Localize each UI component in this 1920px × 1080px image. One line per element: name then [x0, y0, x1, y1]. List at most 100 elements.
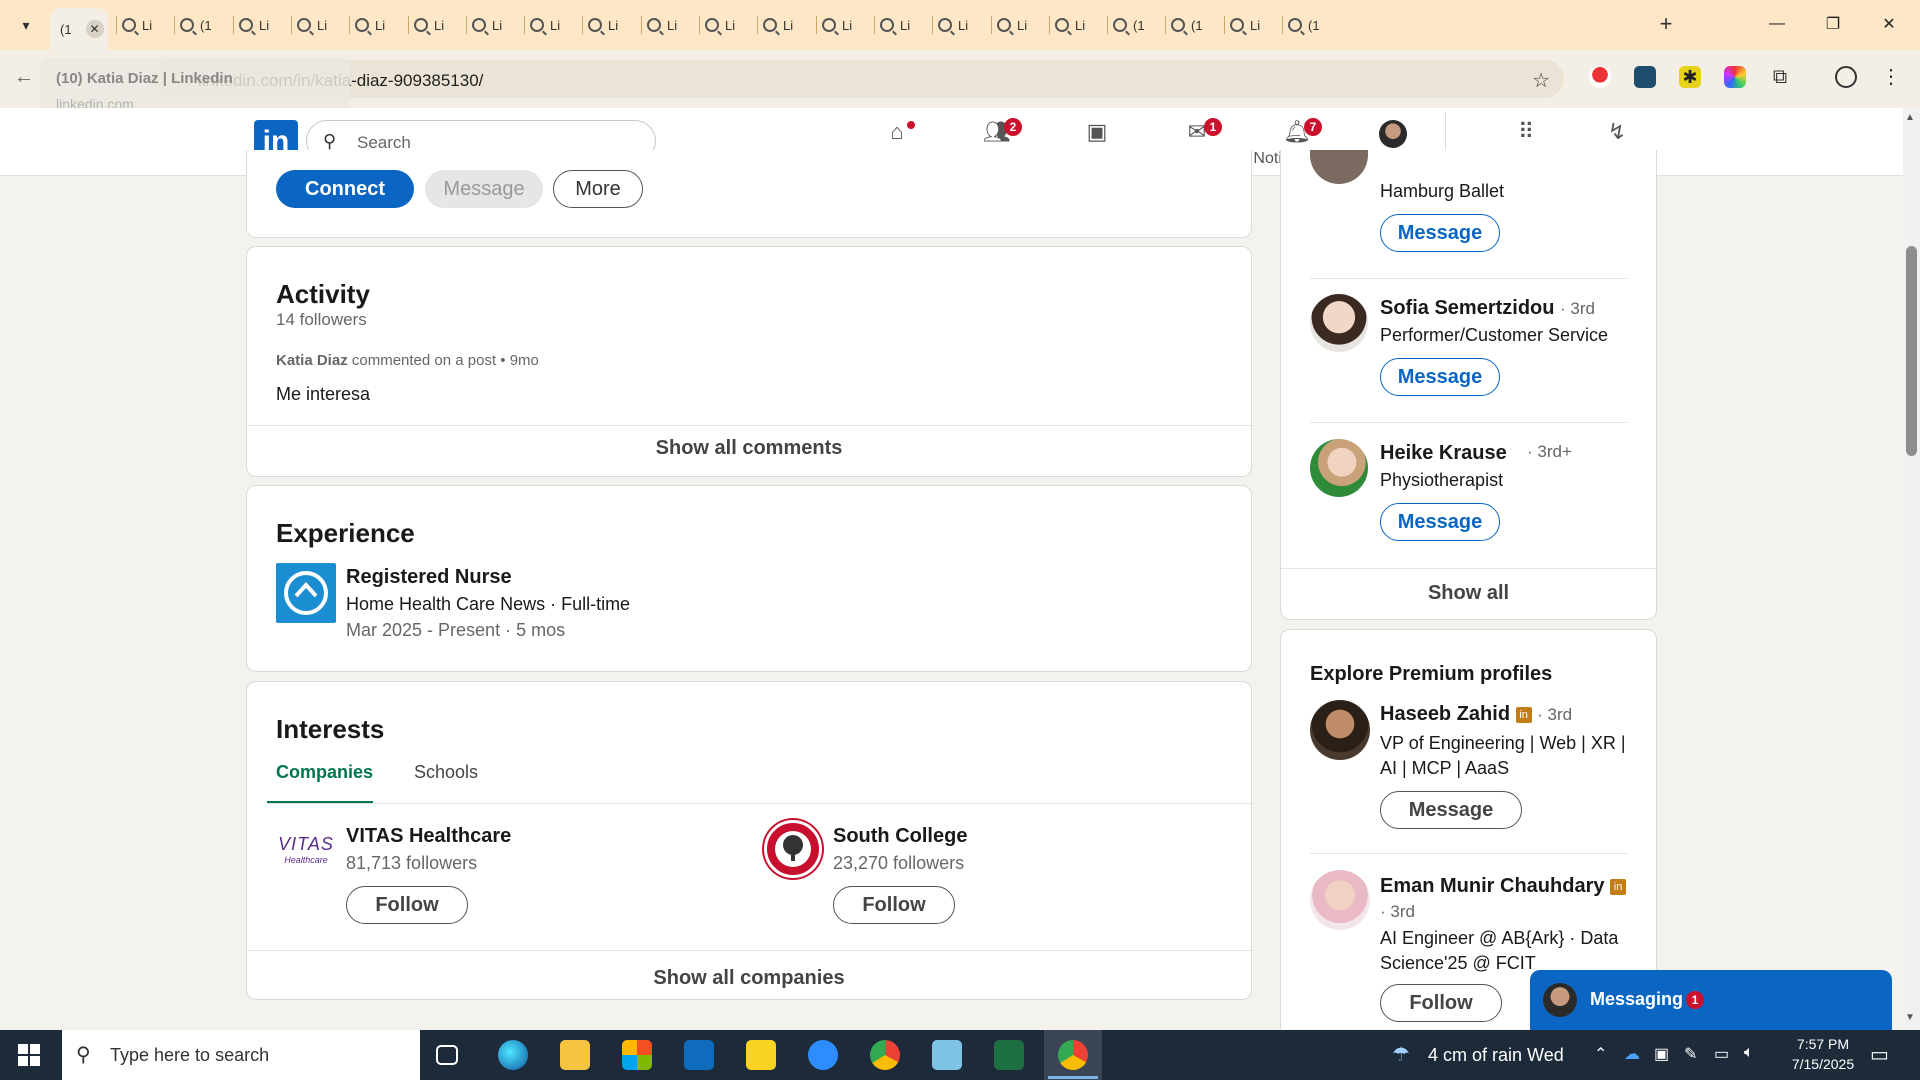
bookmark-star-icon[interactable]: ☆: [1532, 68, 1550, 93]
follow-south-college-button[interactable]: Follow: [833, 886, 955, 924]
onedrive-icon[interactable]: ☁: [1624, 1044, 1640, 1064]
person-name[interactable]: Eman Munir Chauhdary in · 3rd: [1380, 873, 1640, 925]
chrome-active-icon[interactable]: [1058, 1040, 1088, 1070]
activity-comment[interactable]: Me interesa: [276, 384, 370, 405]
interest-name-vitas[interactable]: VITAS Healthcare: [346, 825, 511, 848]
mail-icon[interactable]: [684, 1040, 714, 1070]
show-all-companies-link[interactable]: Show all companies: [247, 967, 1251, 990]
browser-tab[interactable]: Li: [239, 8, 293, 42]
browser-tab[interactable]: Li: [588, 8, 642, 42]
close-window-button[interactable]: ✕: [1866, 8, 1912, 40]
person-name[interactable]: Heike Krause · 3rd+: [1380, 442, 1600, 465]
pen-icon[interactable]: ✎: [1684, 1044, 1697, 1064]
person-name-text[interactable]: Sofia Semertzidou: [1380, 297, 1554, 319]
tab-search-chevron-icon[interactable]: ▾: [12, 12, 40, 38]
browser-tab[interactable]: Li: [822, 8, 876, 42]
notifications-center-icon[interactable]: ▭: [1870, 1042, 1889, 1067]
back-arrow-icon[interactable]: ←: [14, 66, 34, 89]
activity-author[interactable]: Katia Diaz: [276, 352, 348, 369]
tab-active[interactable]: (1 ✕: [50, 8, 108, 50]
browser-tab[interactable]: Li: [122, 8, 176, 42]
edge-icon[interactable]: [498, 1040, 528, 1070]
maximize-button[interactable]: ❐: [1810, 8, 1856, 40]
browser-tab[interactable]: Li: [880, 8, 934, 42]
address-bar[interactable]: linkedin.com/in/katia-diaz-909385130/ ☆: [150, 60, 1564, 98]
clock-date[interactable]: 7/15/2025: [1780, 1056, 1866, 1072]
more-button[interactable]: More: [553, 170, 643, 208]
browser-tab[interactable]: Li: [1055, 8, 1109, 42]
connect-button[interactable]: Connect: [276, 170, 414, 208]
browser-tab[interactable]: Li: [705, 8, 759, 42]
message-premium-1-button[interactable]: Message: [1380, 791, 1522, 829]
message-person-2-button[interactable]: Message: [1380, 358, 1500, 396]
company-logo[interactable]: [276, 563, 336, 623]
browser-tab[interactable]: Li: [472, 8, 526, 42]
person-name[interactable]: Sofia Semertzidou · 3rd: [1380, 297, 1595, 320]
weather-text[interactable]: 4 cm of rain Wed: [1428, 1045, 1564, 1066]
person-name-text[interactable]: Eman Munir Chauhdary: [1380, 875, 1604, 897]
file-explorer-icon[interactable]: [560, 1040, 590, 1070]
chrome-icon[interactable]: [870, 1040, 900, 1070]
meet-now-icon[interactable]: ▣: [1654, 1044, 1669, 1064]
message-person-3-button[interactable]: Message: [1380, 503, 1500, 541]
sticky-notes-icon[interactable]: [746, 1040, 776, 1070]
browser-tab[interactable]: Li: [355, 8, 409, 42]
avatar[interactable]: [1310, 870, 1370, 930]
browser-tab[interactable]: Li: [997, 8, 1051, 42]
avatar[interactable]: [1310, 439, 1368, 497]
pokeball-extension-icon[interactable]: [1589, 66, 1611, 88]
taskbar-search-input[interactable]: ⚲ Type here to search: [62, 1030, 420, 1080]
interest-name-south-college[interactable]: South College: [833, 825, 967, 848]
tray-chevron-icon[interactable]: ⌃: [1594, 1044, 1607, 1064]
clock-time[interactable]: 7:57 PM: [1786, 1036, 1860, 1052]
south-college-logo[interactable]: [764, 820, 822, 878]
experience-role[interactable]: Registered Nurse: [346, 566, 512, 589]
person-name-text[interactable]: Haseeb Zahid: [1380, 703, 1510, 725]
excel-icon[interactable]: [994, 1040, 1024, 1070]
volume-icon[interactable]: 🔈︎: [1744, 1044, 1754, 1062]
avatar[interactable]: [1310, 150, 1368, 184]
browser-tab[interactable]: Li: [297, 8, 351, 42]
show-all-comments-link[interactable]: Show all comments: [247, 437, 1251, 460]
tab-companies[interactable]: Companies: [276, 762, 373, 783]
avatar[interactable]: [1310, 700, 1370, 760]
puzzle-extensions-icon[interactable]: ⧉: [1769, 66, 1791, 88]
vitas-logo[interactable]: VITAS Healthcare: [276, 834, 336, 874]
scroll-down-arrow-icon[interactable]: ▼: [1905, 1012, 1915, 1023]
browser-tab[interactable]: Li: [938, 8, 992, 42]
weather-icon[interactable]: ☂: [1392, 1042, 1410, 1067]
kebab-menu-icon[interactable]: ⋮: [1880, 66, 1902, 88]
message-button[interactable]: Message: [425, 170, 543, 208]
browser-tab[interactable]: (1: [180, 8, 234, 42]
color-picker-extension-icon[interactable]: [1724, 66, 1746, 88]
scroll-up-arrow-icon[interactable]: ▲: [1905, 112, 1915, 123]
follow-premium-2-button[interactable]: Follow: [1380, 984, 1502, 1022]
browser-tab[interactable]: Li: [530, 8, 584, 42]
profile-icon[interactable]: [1835, 66, 1857, 88]
follow-vitas-button[interactable]: Follow: [346, 886, 468, 924]
message-person-1-button[interactable]: Message: [1380, 214, 1500, 252]
task-view-icon[interactable]: [436, 1045, 458, 1065]
folder-extension-icon[interactable]: [1634, 66, 1656, 88]
person-name[interactable]: Haseeb Zahid in · 3rd: [1380, 703, 1572, 726]
browser-tab[interactable]: (1: [1288, 8, 1342, 42]
windows-start-icon[interactable]: [18, 1044, 40, 1066]
avatar[interactable]: [1310, 294, 1368, 352]
scrollbar-thumb[interactable]: [1906, 246, 1917, 456]
close-tab-icon[interactable]: ✕: [85, 20, 104, 38]
zoom-icon[interactable]: [808, 1040, 838, 1070]
new-tab-button[interactable]: +: [1652, 10, 1680, 38]
browser-tab[interactable]: (1: [1113, 8, 1167, 42]
notepad-icon[interactable]: [932, 1040, 962, 1070]
tab-schools[interactable]: Schools: [414, 762, 478, 783]
browser-tab[interactable]: Li: [763, 8, 817, 42]
browser-tab[interactable]: Li: [647, 8, 701, 42]
messaging-overlay[interactable]: Messaging 1: [1530, 970, 1892, 1030]
browser-tab[interactable]: Li: [414, 8, 468, 42]
store-icon[interactable]: [622, 1040, 652, 1070]
browser-tab[interactable]: Li: [1230, 8, 1284, 42]
minimize-button[interactable]: —: [1754, 8, 1800, 40]
show-all-people-link[interactable]: Show all: [1281, 582, 1656, 605]
person-name-text[interactable]: Heike Krause: [1380, 442, 1507, 464]
browser-tab[interactable]: (1: [1171, 8, 1225, 42]
